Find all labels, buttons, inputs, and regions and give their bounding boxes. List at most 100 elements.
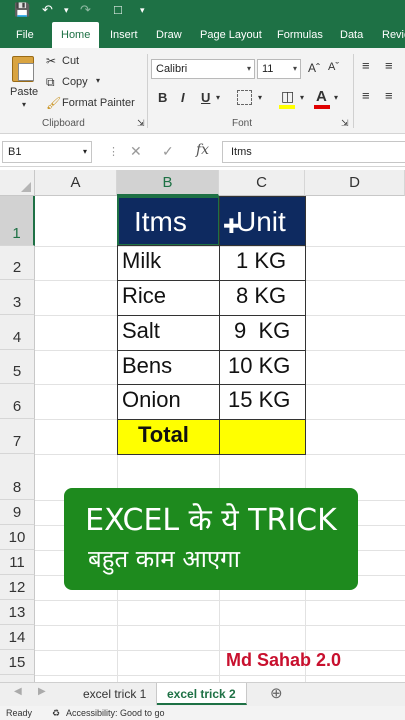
sheet-tab-excel-trick-2[interactable]: excel trick 2 — [157, 683, 247, 705]
insert-function-icon[interactable]: fx — [196, 142, 209, 158]
borders-icon[interactable] — [237, 90, 252, 105]
cell-c7[interactable] — [219, 419, 306, 455]
italic-button[interactable]: I — [181, 90, 185, 105]
copy-icon[interactable]: ⧉ — [46, 75, 55, 90]
tab-home[interactable]: Home — [52, 22, 100, 48]
font-color-swatch — [314, 105, 330, 109]
redo-icon[interactable]: ↷ — [80, 2, 91, 18]
more-options-icon[interactable]: ⋮ — [108, 145, 119, 158]
tab-formulas[interactable]: Formulas — [277, 22, 323, 48]
name-box[interactable]: B1 ▾ — [2, 141, 92, 163]
borders-dropdown-icon[interactable]: ▾ — [258, 93, 262, 102]
select-all-button[interactable] — [0, 170, 35, 196]
tab-review[interactable]: Revie — [382, 22, 405, 48]
column-header-c[interactable]: C — [219, 170, 305, 196]
title-bar: 💾 ↶ ▾ ↷ □ ▾ — [0, 0, 405, 22]
underline-dropdown-icon[interactable]: ▾ — [216, 93, 220, 102]
tab-insert[interactable]: Insert — [110, 22, 138, 48]
sheet-tab-excel-trick-1[interactable]: excel trick 1 — [73, 683, 158, 705]
font-color-icon[interactable]: A — [316, 88, 327, 105]
fill-color-icon[interactable]: ◫ — [281, 88, 294, 105]
font-launcher-icon[interactable]: ⇲ — [341, 118, 349, 129]
cell-c4[interactable]: 9 KG — [219, 315, 306, 351]
font-name-select[interactable]: Calibri ▾ — [151, 59, 255, 79]
cut-button[interactable]: Cut — [62, 55, 79, 67]
name-box-value: B1 — [8, 146, 22, 158]
font-size-select[interactable]: 11 ▾ — [257, 59, 301, 79]
cut-icon[interactable]: ✂ — [46, 54, 56, 68]
align-middle-icon[interactable]: ≡ — [385, 58, 393, 73]
row-header-15[interactable]: 15 — [0, 650, 35, 675]
row-header-9[interactable]: 9 — [0, 500, 35, 525]
cell-b4[interactable]: Salt — [117, 315, 220, 351]
align-top-icon[interactable]: ≡ — [362, 58, 370, 73]
row-header-16[interactable] — [0, 675, 35, 682]
scroll-right-icon[interactable]: ▶ — [38, 686, 46, 697]
cell-b1[interactable]: Itms — [117, 196, 220, 246]
row-header-2[interactable]: 2 — [0, 246, 35, 280]
row-header-8[interactable]: 8 — [0, 454, 35, 500]
cell-b5[interactable]: Bens — [117, 350, 220, 385]
cell-c1[interactable]: ✚ Unit — [219, 196, 306, 246]
copy-dropdown-icon[interactable]: ▾ — [96, 76, 100, 85]
customize-icon[interactable]: ▾ — [140, 2, 145, 18]
accessibility-status[interactable]: Accessibility: Good to go — [66, 706, 165, 720]
fill-color-dropdown-icon[interactable]: ▾ — [300, 93, 304, 102]
cancel-icon[interactable]: ✕ — [130, 143, 142, 160]
bold-button[interactable]: B — [158, 90, 167, 105]
font-color-dropdown-icon[interactable]: ▾ — [334, 93, 338, 102]
row-header-14[interactable]: 14 — [0, 625, 35, 650]
paste-dropdown-icon[interactable]: ▾ — [22, 100, 26, 109]
align-left-icon[interactable]: ≡ — [362, 88, 370, 103]
chevron-down-icon: ▾ — [246, 64, 251, 73]
row-header-12[interactable]: 12 — [0, 575, 35, 600]
banner-subtitle: बहुत काम आएगा — [88, 545, 240, 573]
row-header-4[interactable]: 4 — [0, 315, 35, 350]
row-header-13[interactable]: 13 — [0, 600, 35, 625]
divider — [353, 54, 354, 128]
cell-c6[interactable]: 15 KG — [219, 384, 306, 420]
row-header-7[interactable]: 7 — [0, 419, 35, 454]
cell-b6[interactable]: Onion — [117, 384, 220, 420]
row-header-11[interactable]: 11 — [0, 550, 35, 575]
cell-c5[interactable]: 10 KG — [219, 350, 306, 385]
scroll-left-icon[interactable]: ◀ — [14, 686, 22, 697]
divider — [147, 54, 148, 128]
new-file-icon[interactable]: □ — [114, 2, 122, 18]
row-header-10[interactable]: 10 — [0, 525, 35, 550]
row-header-5[interactable]: 5 — [0, 350, 35, 384]
formula-input[interactable]: Itms — [222, 141, 405, 163]
add-sheet-icon[interactable]: ⊕ — [270, 684, 283, 702]
row-header-3[interactable]: 3 — [0, 280, 35, 315]
paste-button[interactable]: Paste — [10, 86, 38, 98]
row-header-1[interactable]: 1 — [0, 196, 35, 246]
undo-icon[interactable]: ↶ — [42, 2, 53, 18]
align-center-icon[interactable]: ≡ — [385, 88, 393, 103]
tab-draw[interactable]: Draw — [156, 22, 182, 48]
status-bar: Ready ♻ Accessibility: Good to go — [0, 706, 405, 720]
tab-page-layout[interactable]: Page Layout — [200, 22, 262, 48]
format-painter-icon[interactable]: 🖌 — [46, 96, 61, 110]
paste-icon[interactable] — [12, 56, 34, 82]
column-header-d[interactable]: D — [305, 170, 405, 196]
cell-c3[interactable]: 8 KG — [219, 280, 306, 316]
tab-data[interactable]: Data — [340, 22, 363, 48]
enter-icon[interactable]: ✓ — [162, 143, 174, 160]
decrease-font-size-icon[interactable]: Aˇ — [328, 61, 339, 73]
clipboard-launcher-icon[interactable]: ⇲ — [137, 118, 145, 129]
undo-dropdown-icon[interactable]: ▾ — [64, 2, 69, 18]
copy-button[interactable]: Copy — [62, 76, 88, 88]
cell-b2[interactable]: Milk — [117, 245, 220, 281]
increase-font-size-icon[interactable]: Aˆ — [308, 61, 320, 75]
column-header-b[interactable]: B — [117, 170, 219, 196]
cell-b7[interactable]: Total — [117, 419, 220, 455]
column-header-a[interactable]: A — [35, 170, 117, 196]
row-header-6[interactable]: 6 — [0, 384, 35, 419]
format-painter-button[interactable]: Format Painter — [62, 97, 135, 109]
cell-b3[interactable]: Rice — [117, 280, 220, 316]
underline-button[interactable]: U — [201, 90, 210, 105]
save-icon[interactable]: 💾 — [14, 2, 30, 18]
cell-c2[interactable]: 1 KG — [219, 245, 306, 281]
tab-file[interactable]: File — [16, 22, 34, 48]
chevron-down-icon: ▾ — [292, 64, 297, 73]
